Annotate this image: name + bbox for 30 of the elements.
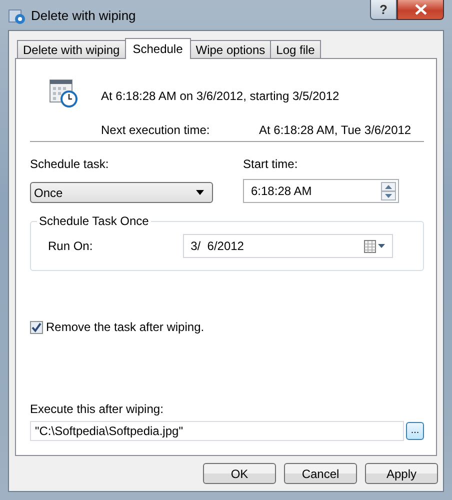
- next-execution-label: Next execution time:: [101, 123, 211, 137]
- tab[interactable]: Delete with wiping: [17, 40, 126, 58]
- window-title: Delete with wiping: [31, 8, 136, 23]
- group-title: Schedule Task Once: [37, 214, 151, 228]
- start-time-field[interactable]: 6:18:28 AM: [243, 179, 399, 203]
- date-picker[interactable]: 3/ 6/2012: [182, 234, 393, 258]
- checkbox-label: Remove the task after wiping.: [46, 320, 204, 334]
- dialog-button[interactable]: Cancel: [284, 463, 357, 484]
- spinner-icon[interactable]: [381, 182, 396, 200]
- tab[interactable]: Wipe options: [190, 40, 272, 58]
- execute-after-label: Execute this after wiping:: [30, 402, 164, 417]
- run-on-label: Run On:: [48, 239, 94, 253]
- command-field[interactable]: "C:\Softpedia\Softpedia.jpg": [30, 421, 404, 441]
- close-button[interactable]: [397, 0, 444, 20]
- checkbox[interactable]: [30, 320, 43, 334]
- tab[interactable]: Log file: [270, 40, 321, 58]
- close-icon: [414, 4, 426, 15]
- caret-icon: [196, 190, 204, 195]
- schedule-task-label: Schedule task:: [30, 157, 110, 172]
- help-button[interactable]: ?: [370, 0, 397, 20]
- schedule-task-dropdown[interactable]: Once: [30, 182, 213, 203]
- dialog-button[interactable]: OK: [203, 463, 276, 484]
- tab[interactable]: Schedule: [124, 38, 191, 59]
- start-time-label: Start time:: [243, 157, 299, 172]
- calendar-clock-icon: [48, 77, 80, 109]
- dialog-button[interactable]: Apply: [365, 463, 438, 484]
- next-execution-value: At 6:18:28 AM, Tue 3/6/2012: [259, 123, 412, 137]
- schedule-summary: At 6:18:28 AM on 3/6/2012, starting 3/5/2012: [101, 89, 340, 103]
- calendar-icon[interactable]: [364, 240, 386, 252]
- browse-button[interactable]: ...: [406, 422, 424, 440]
